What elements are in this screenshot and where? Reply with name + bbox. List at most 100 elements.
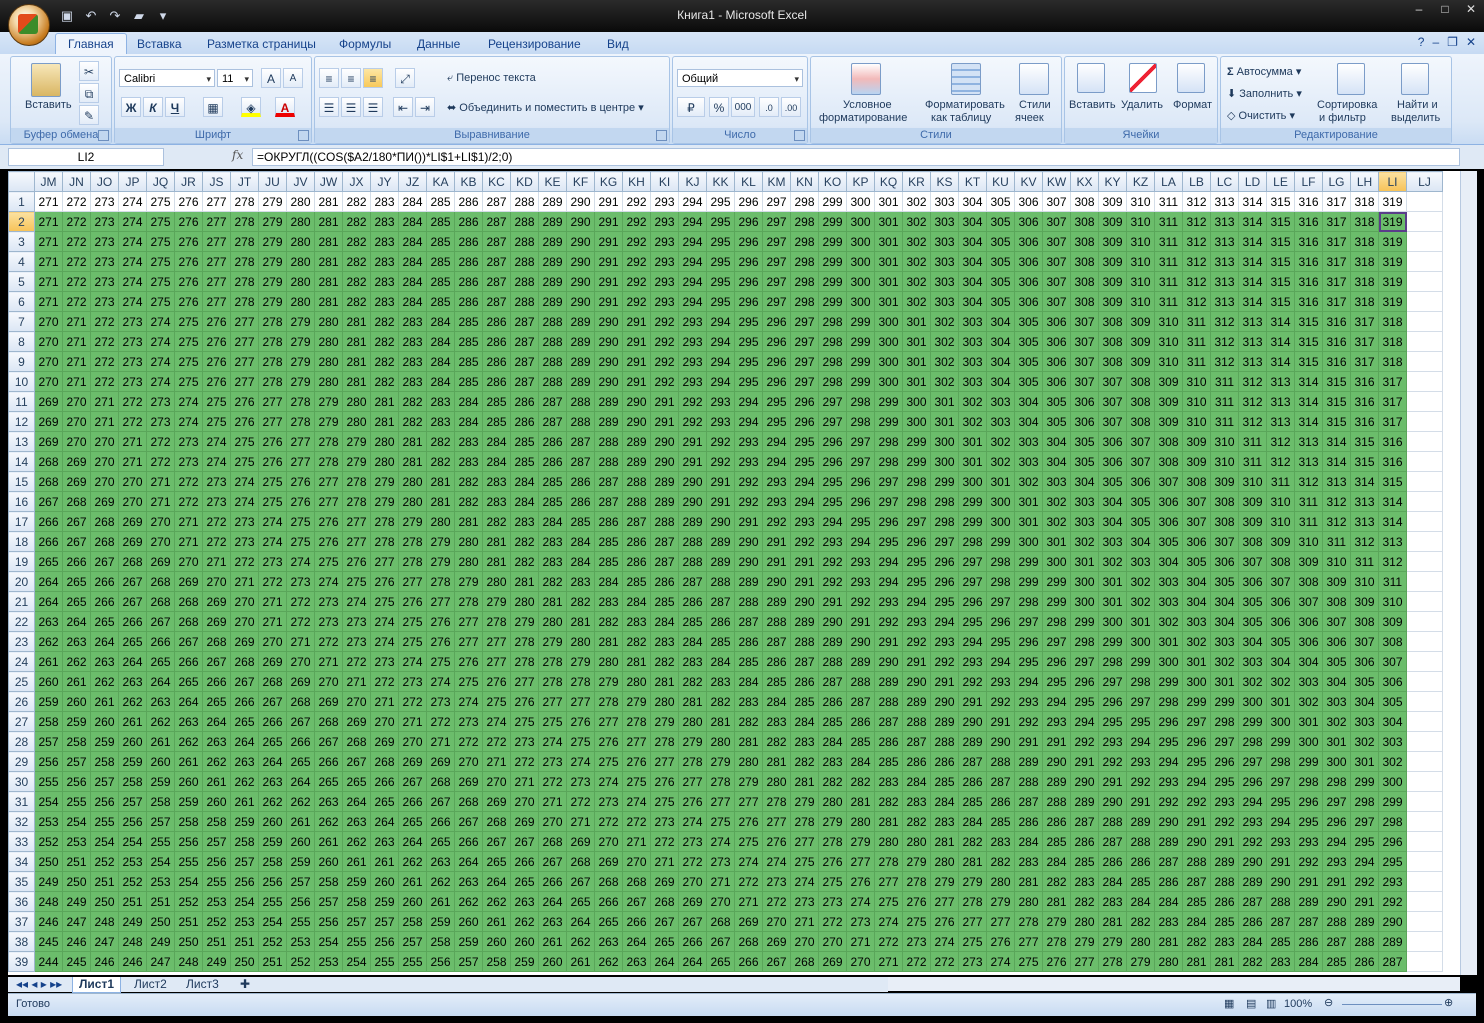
grid-cell[interactable]: 301: [930, 411, 959, 432]
grid-cell[interactable]: 268: [538, 831, 567, 852]
grid-cell[interactable]: 291: [622, 331, 651, 352]
grid-cell[interactable]: 272: [90, 371, 119, 392]
grid-cell[interactable]: 259: [342, 871, 371, 892]
grid-cell[interactable]: 311: [1182, 351, 1211, 372]
grid-cell[interactable]: 263: [426, 851, 455, 872]
row-header[interactable]: 8: [8, 331, 35, 352]
grid-cell[interactable]: 273: [566, 771, 595, 792]
grid-cell[interactable]: 277: [230, 331, 259, 352]
grid-cell[interactable]: 297: [1350, 811, 1379, 832]
grid-cell[interactable]: 288: [1182, 851, 1211, 872]
grid-cell[interactable]: 313: [1350, 491, 1379, 512]
grid-cell[interactable]: 298: [930, 491, 959, 512]
grid-cell[interactable]: 312: [1294, 471, 1323, 492]
grid-cell[interactable]: 273: [174, 451, 203, 472]
grid-cell[interactable]: 314: [1378, 491, 1407, 512]
grid-cell[interactable]: 306: [1014, 251, 1043, 272]
grid-cell[interactable]: 284: [510, 491, 539, 512]
grid-cell[interactable]: 265: [258, 731, 287, 752]
grid-cell[interactable]: 319: [1378, 231, 1407, 252]
grid-cell[interactable]: 280: [594, 651, 623, 672]
grid-cell[interactable]: 264: [118, 651, 147, 672]
grid-cell[interactable]: 306: [1014, 291, 1043, 312]
grid-cell[interactable]: 266: [734, 951, 763, 972]
grid-cell[interactable]: 296: [1014, 631, 1043, 652]
grid-cell[interactable]: 313: [1322, 471, 1351, 492]
grid-cell[interactable]: 271: [34, 191, 63, 212]
grid-cell[interactable]: [1406, 211, 1443, 232]
grid-cell[interactable]: 292: [1378, 891, 1407, 912]
grid-cell[interactable]: 303: [1322, 691, 1351, 712]
grid-cell[interactable]: 311: [1350, 551, 1379, 572]
grid-cell[interactable]: 305: [986, 231, 1015, 252]
grid-cell[interactable]: 287: [482, 291, 511, 312]
grid-cell[interactable]: 291: [846, 611, 875, 632]
grid-cell[interactable]: 288: [1126, 831, 1155, 852]
grid-cell[interactable]: 292: [650, 371, 679, 392]
grid-cell[interactable]: 282: [426, 451, 455, 472]
grid-cell[interactable]: 297: [762, 251, 791, 272]
borders-icon[interactable]: ▦: [203, 97, 223, 117]
column-header[interactable]: KO: [818, 171, 847, 192]
grid-cell[interactable]: 296: [734, 271, 763, 292]
grid-cell[interactable]: 286: [482, 311, 511, 332]
maximize-icon[interactable]: □: [1432, 0, 1458, 18]
grid-cell[interactable]: 285: [510, 451, 539, 472]
grid-cell[interactable]: 287: [1322, 931, 1351, 952]
grid-cell[interactable]: 281: [370, 391, 399, 412]
view-page-break-icon[interactable]: ▥: [1266, 997, 1276, 1010]
grid-cell[interactable]: 273: [314, 611, 343, 632]
grid-cell[interactable]: 264: [258, 751, 287, 772]
grid-cell[interactable]: 273: [398, 671, 427, 692]
row-header[interactable]: 5: [8, 271, 35, 292]
grid-cell[interactable]: 277: [286, 451, 315, 472]
grid-cell[interactable]: 266: [398, 791, 427, 812]
grid-cell[interactable]: 278: [566, 671, 595, 692]
grid-cell[interactable]: 295: [734, 351, 763, 372]
grid-cell[interactable]: 248: [174, 951, 203, 972]
column-header[interactable]: KG: [594, 171, 623, 192]
grid-cell[interactable]: 254: [62, 811, 91, 832]
grid-cell[interactable]: 260: [174, 771, 203, 792]
grid-cell[interactable]: 266: [370, 771, 399, 792]
grid-cell[interactable]: 304: [1350, 691, 1379, 712]
grid-cell[interactable]: 315: [1266, 191, 1295, 212]
grid-cell[interactable]: 296: [930, 551, 959, 572]
grid-cell[interactable]: 284: [930, 791, 959, 812]
grid-cell[interactable]: 302: [986, 451, 1015, 472]
grid-cell[interactable]: 280: [370, 431, 399, 452]
grid-cell[interactable]: 275: [314, 551, 343, 572]
grid-cell[interactable]: 283: [902, 791, 931, 812]
thousands-button[interactable]: 000: [731, 97, 755, 117]
column-header[interactable]: LC: [1210, 171, 1239, 192]
grid-cell[interactable]: 284: [398, 211, 427, 232]
grid-cell[interactable]: 317: [1350, 351, 1379, 372]
grid-cell[interactable]: 310: [1126, 291, 1155, 312]
grid-cell[interactable]: 306: [1210, 551, 1239, 572]
grid-cell[interactable]: 273: [258, 551, 287, 572]
cell-styles-line1[interactable]: Стили: [1019, 99, 1051, 111]
grid-cell[interactable]: 262: [454, 891, 483, 912]
grid-cell[interactable]: 301: [1014, 491, 1043, 512]
grid-cell[interactable]: 281: [566, 611, 595, 632]
grid-cell[interactable]: 318: [1378, 331, 1407, 352]
grid-cell[interactable]: 255: [90, 811, 119, 832]
grid-cell[interactable]: 277: [314, 491, 343, 512]
grid-cell[interactable]: 259: [286, 851, 315, 872]
grid-cell[interactable]: 305: [1014, 311, 1043, 332]
grid-cell[interactable]: 269: [118, 531, 147, 552]
grid-cell[interactable]: 293: [734, 431, 763, 452]
zoom-level[interactable]: 100%: [1284, 998, 1312, 1010]
grid-cell[interactable]: 288: [622, 471, 651, 492]
help-icon[interactable]: ?: [1418, 35, 1425, 49]
grid-cell[interactable]: 291: [1350, 891, 1379, 912]
grid-cell[interactable]: 287: [1070, 811, 1099, 832]
grid-cell[interactable]: 287: [958, 751, 987, 772]
grid-cell[interactable]: 267: [650, 911, 679, 932]
grid-cell[interactable]: 299: [902, 431, 931, 452]
grid-cell[interactable]: 308: [1070, 191, 1099, 212]
grid-cell[interactable]: 281: [482, 531, 511, 552]
grid-cell[interactable]: 292: [930, 651, 959, 672]
grid-cell[interactable]: 296: [734, 251, 763, 272]
grid-cell[interactable]: 273: [286, 571, 315, 592]
